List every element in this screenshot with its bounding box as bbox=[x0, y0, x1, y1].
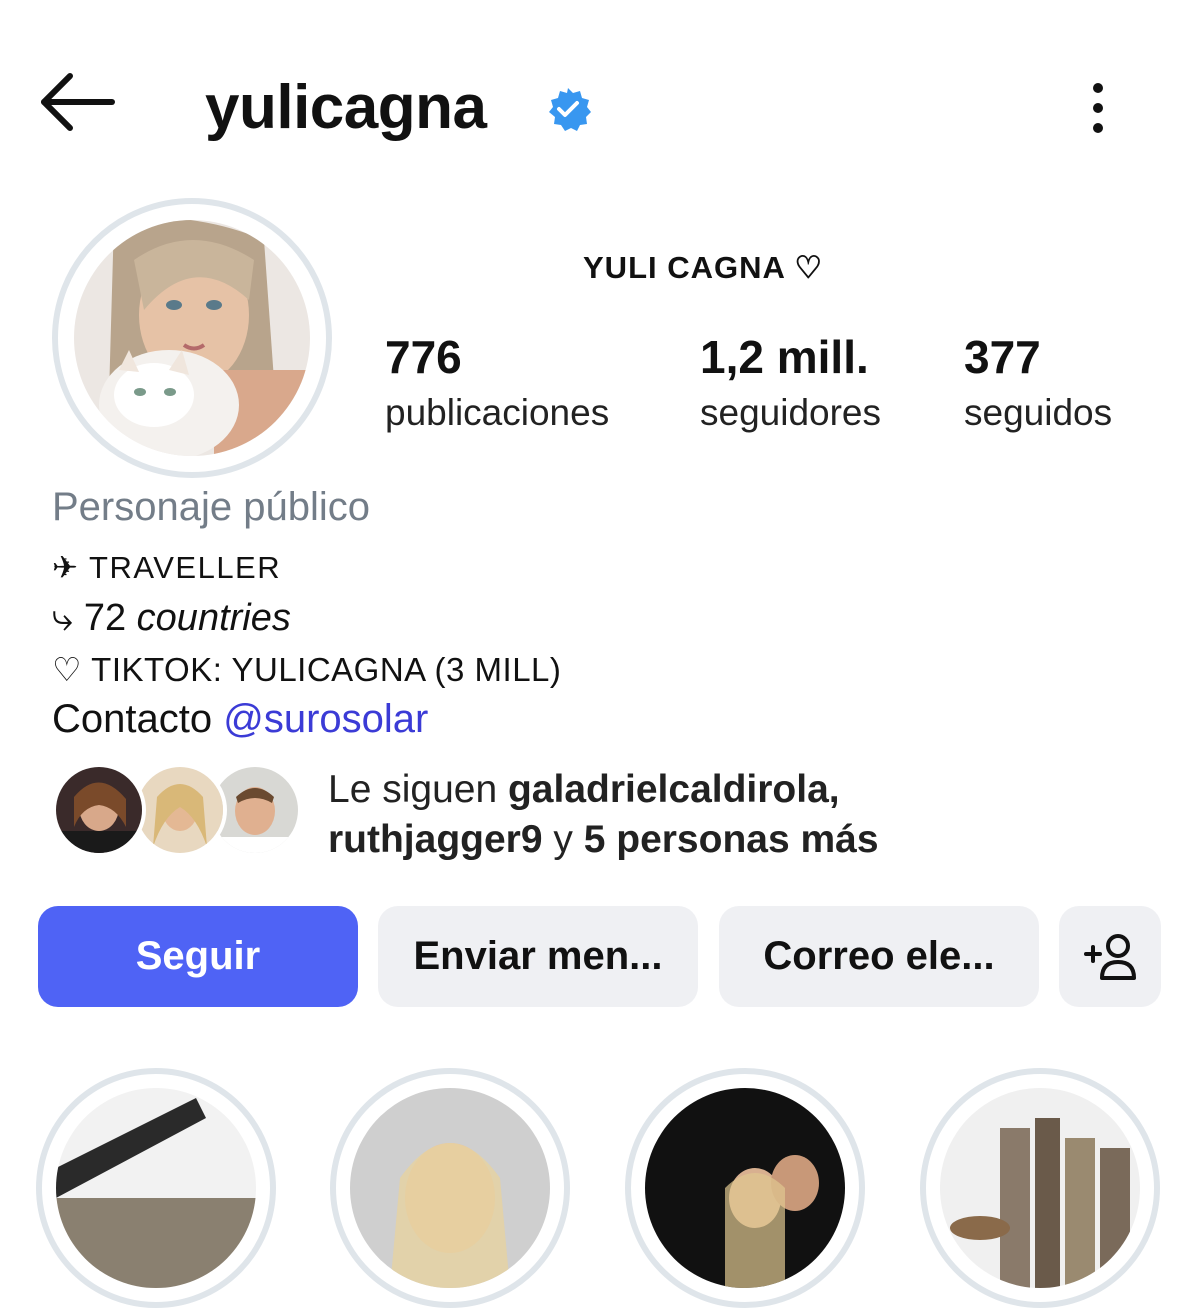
bio-line-countries: ⤷ 72 countries bbox=[52, 597, 291, 640]
mutual-follower-avatar[interactable] bbox=[52, 763, 146, 857]
email-button[interactable]: Correo ele... bbox=[719, 906, 1039, 1007]
suggest-accounts-button[interactable] bbox=[1059, 906, 1161, 1007]
stat-posts-label: publicaciones bbox=[385, 392, 610, 433]
story-highlight[interactable] bbox=[350, 1088, 550, 1288]
send-message-button[interactable]: Enviar men... bbox=[378, 906, 698, 1007]
followed-by-more: 5 personas más bbox=[583, 818, 879, 861]
back-arrow-icon[interactable] bbox=[38, 70, 118, 134]
story-highlight[interactable] bbox=[940, 1088, 1140, 1288]
stat-followers[interactable]: 1,2 mill. seguidores bbox=[700, 330, 881, 438]
stat-posts[interactable]: 776 publicaciones bbox=[385, 330, 609, 438]
contact-link[interactable]: @surosolar bbox=[223, 697, 428, 741]
stat-followers-label: seguidores bbox=[700, 392, 882, 433]
followed-by-user: galadrielcaldirola, bbox=[507, 768, 840, 811]
mutual-follower-avatar[interactable] bbox=[133, 763, 227, 857]
bio-countries-word: countries bbox=[136, 597, 291, 639]
story-highlight[interactable] bbox=[56, 1088, 256, 1288]
follow-button[interactable]: Seguir bbox=[38, 906, 358, 1007]
bio-countries-prefix: ⤷ 72 bbox=[52, 597, 137, 639]
stat-following-label: seguidos bbox=[964, 392, 1113, 433]
add-person-icon bbox=[1084, 933, 1136, 980]
stat-posts-value: 776 bbox=[385, 331, 462, 383]
bio-line-tiktok: ♡ TIKTOK: YULICAGNA (3 MILL) bbox=[52, 651, 562, 688]
followed-by-text[interactable]: Le siguen galadrielcaldirola, ruthjagger… bbox=[328, 765, 879, 865]
profile-avatar[interactable] bbox=[74, 220, 310, 456]
verified-badge-icon bbox=[549, 88, 591, 131]
followed-by-prefix: Le siguen bbox=[328, 768, 508, 811]
profile-category: Personaje público bbox=[52, 485, 370, 529]
display-name: YULI CAGNA ♡ bbox=[583, 250, 824, 285]
stat-following-value: 377 bbox=[964, 331, 1041, 383]
followed-by-user: ruthjagger9 bbox=[328, 818, 543, 861]
bio-line-contact: Contacto @surosolar bbox=[52, 697, 428, 742]
more-options-icon[interactable] bbox=[1078, 78, 1118, 138]
contact-label: Contacto bbox=[52, 697, 224, 741]
story-highlight[interactable] bbox=[645, 1088, 845, 1288]
profile-username: yulicagna bbox=[205, 73, 487, 142]
stat-followers-value: 1,2 mill. bbox=[700, 331, 869, 383]
followed-by-connector: y bbox=[542, 818, 584, 861]
stat-following[interactable]: 377 seguidos bbox=[964, 330, 1112, 438]
bio-line-traveller: ✈ TRAVELLER bbox=[52, 550, 282, 585]
